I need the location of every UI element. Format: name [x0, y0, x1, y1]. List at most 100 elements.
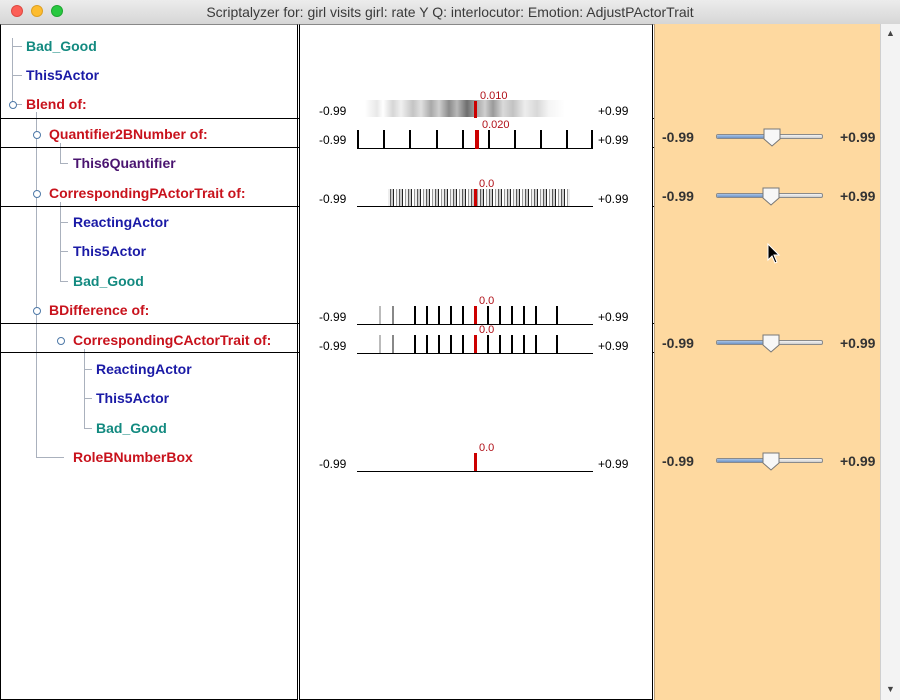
scale-tick — [499, 335, 501, 353]
scale-tick — [426, 335, 428, 353]
scale-axis — [357, 353, 593, 354]
tree-connector — [36, 457, 64, 458]
value-marker — [474, 453, 477, 471]
scale-max-label: +0.99 — [598, 310, 629, 324]
scale-tick — [438, 306, 440, 324]
slider-min-label: -0.99 — [662, 129, 694, 145]
tree-connector — [60, 281, 68, 282]
scale-tick — [450, 306, 452, 324]
scale-min-label: -0.99 — [319, 457, 347, 471]
scale-tick — [438, 335, 440, 353]
scale-tick — [436, 130, 438, 149]
scale-tick — [514, 130, 516, 149]
density-strip — [388, 189, 570, 206]
scale-tick — [379, 306, 381, 324]
slider-max-label: +0.99 — [840, 335, 876, 351]
vertical-scrollbar[interactable]: ▲ ▼ — [880, 24, 900, 700]
value-label: 0.0 — [479, 295, 495, 307]
scale-axis — [357, 324, 593, 325]
scale-tick — [487, 306, 489, 324]
slider-min-label: -0.99 — [662, 453, 694, 469]
window-title: Scriptalyzer for: girl visits girl: rate… — [206, 4, 694, 20]
scale-min-label: -0.99 — [319, 192, 347, 206]
tree-node-bad-good[interactable]: Bad_Good — [96, 420, 167, 436]
distribution-pane — [299, 24, 653, 700]
tree-connector — [12, 38, 13, 104]
scale-tick — [535, 306, 537, 324]
expand-toggle-icon[interactable] — [57, 337, 65, 345]
scale-max-label: +0.99 — [598, 339, 629, 353]
tree-connector — [60, 163, 68, 164]
tree-node-this6quantifier[interactable]: This6Quantifier — [73, 155, 176, 171]
value-label: 0.020 — [482, 119, 510, 131]
slider-thumb[interactable] — [761, 333, 781, 353]
slider-thumb[interactable] — [762, 127, 782, 147]
expand-toggle-icon[interactable] — [33, 131, 41, 139]
scale-tick — [566, 130, 568, 149]
tree-node-reactingactor[interactable]: ReactingActor — [73, 214, 169, 230]
title-bar: Scriptalyzer for: girl visits girl: rate… — [0, 0, 900, 25]
slider-max-label: +0.99 — [840, 188, 876, 204]
expand-toggle-icon[interactable] — [33, 307, 41, 315]
scale-tick — [462, 130, 464, 149]
value-label: 0.0 — [479, 178, 495, 190]
slider-thumb[interactable] — [761, 186, 781, 206]
scale-axis — [357, 471, 593, 472]
density-strip — [365, 100, 565, 117]
scale-min-label: -0.99 — [319, 310, 347, 324]
slider-min-label: -0.99 — [662, 335, 694, 351]
tree-connector — [84, 398, 92, 399]
tree-connector — [36, 112, 37, 458]
value-label: 0.0 — [479, 442, 495, 454]
expand-toggle-icon[interactable] — [33, 190, 41, 198]
scale-tick — [487, 335, 489, 353]
tree-node-reactingactor[interactable]: ReactingActor — [96, 361, 192, 377]
scale-tick — [383, 130, 385, 149]
scale-axis — [357, 206, 593, 207]
scale-tick — [426, 306, 428, 324]
tree-connector — [84, 428, 92, 429]
tree-node-correspondingcactortrait[interactable]: CorrespondingCActorTrait of: — [73, 332, 271, 348]
tree-node-bad-good[interactable]: Bad_Good — [73, 273, 144, 289]
tree-connector — [60, 202, 61, 281]
value-marker — [474, 189, 477, 206]
scale-tick — [450, 335, 452, 353]
mouse-pointer-icon — [767, 243, 781, 264]
scale-tick — [462, 306, 464, 324]
scale-max-label: +0.99 — [598, 192, 629, 206]
tree-node-blend[interactable]: Blend of: — [26, 96, 87, 112]
tree-node-rolebnumberbox[interactable]: RoleBNumberBox — [73, 449, 193, 465]
value-label: 0.0 — [479, 324, 495, 336]
value-marker — [475, 130, 479, 149]
tree-node-quantifier2bnumber[interactable]: Quantifier2BNumber of: — [49, 126, 208, 142]
scroll-up-arrow-icon[interactable]: ▲ — [881, 25, 900, 41]
scale-tick — [499, 306, 501, 324]
tree-node-this5actor[interactable]: This5Actor — [26, 67, 99, 83]
tree-node-this5actor[interactable]: This5Actor — [96, 390, 169, 406]
scale-min-label: -0.99 — [319, 104, 347, 118]
scale-tick — [556, 335, 558, 353]
scroll-down-arrow-icon[interactable]: ▼ — [881, 681, 900, 697]
scale-tick — [392, 335, 394, 353]
scale-tick — [414, 335, 416, 353]
tree-connector — [60, 251, 68, 252]
scale-min-label: -0.99 — [319, 339, 347, 353]
slider-thumb[interactable] — [761, 451, 781, 471]
tree-node-correspondingpactortrait[interactable]: CorrespondingPActorTrait of: — [49, 185, 246, 201]
value-marker — [474, 101, 477, 118]
scale-max-label: +0.99 — [598, 457, 629, 471]
expand-toggle-icon[interactable] — [9, 101, 17, 109]
slider-pane — [654, 24, 880, 700]
scale-tick — [523, 306, 525, 324]
tree-node-bdifference[interactable]: BDifference of: — [49, 302, 149, 318]
tree-node-bad-good[interactable]: Bad_Good — [26, 38, 97, 54]
tree-node-this5actor[interactable]: This5Actor — [73, 243, 146, 259]
scale-tick — [462, 335, 464, 353]
scale-max-label: +0.99 — [598, 104, 629, 118]
scale-tick — [540, 130, 542, 149]
value-marker — [474, 306, 477, 324]
scale-tick — [379, 335, 381, 353]
slider-max-label: +0.99 — [840, 129, 876, 145]
scale-max-label: +0.99 — [598, 133, 629, 147]
scale-tick — [535, 335, 537, 353]
